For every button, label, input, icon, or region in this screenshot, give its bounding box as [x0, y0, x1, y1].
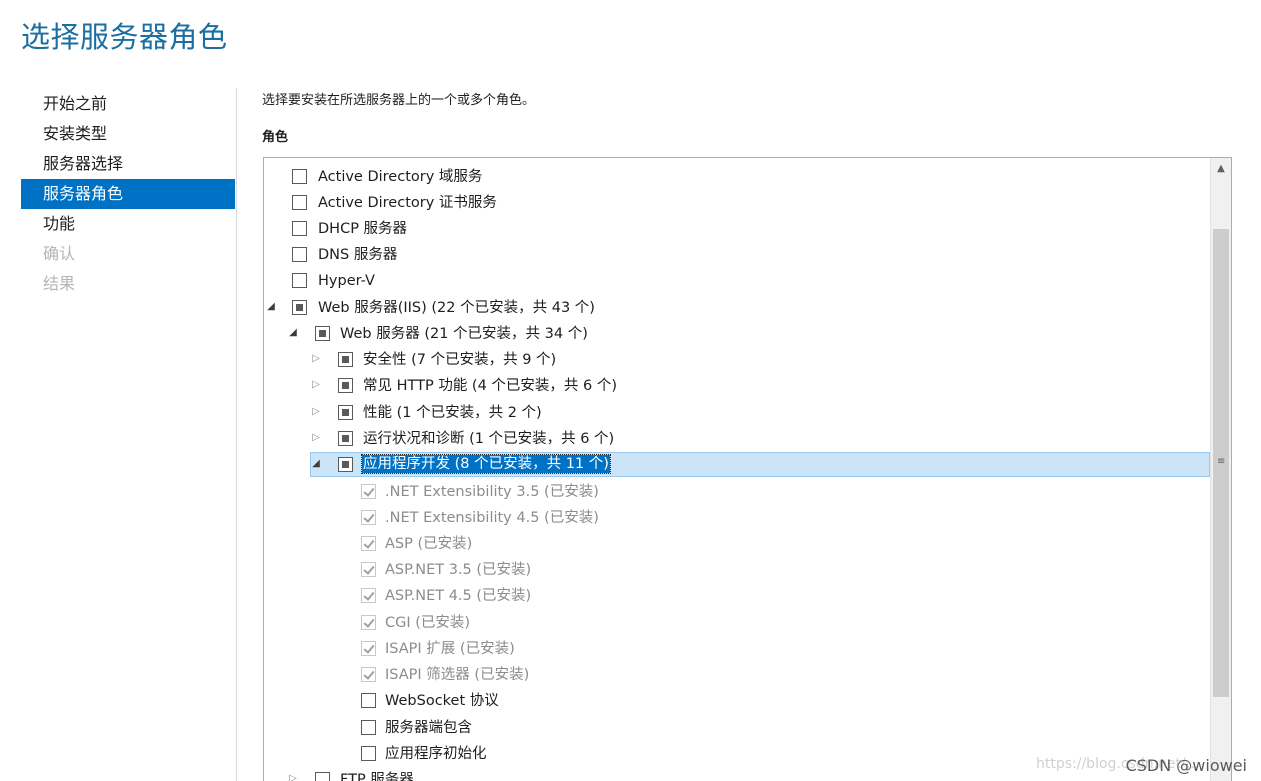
role-label: ASP.NET 3.5 (已安装) — [385, 562, 532, 578]
role-checkbox-installed — [361, 641, 376, 656]
role-checkbox-installed — [361, 588, 376, 603]
expand-arrow-icon[interactable]: ▷ — [311, 433, 321, 443]
nav-item-installation-type[interactable]: 安装类型 — [21, 119, 235, 149]
expand-arrow-icon[interactable]: ▷ — [288, 774, 298, 781]
role-label: DHCP 服务器 — [318, 221, 408, 237]
nav-divider — [236, 88, 237, 781]
role-label: Hyper-V — [318, 273, 375, 289]
collapse-arrow-icon[interactable]: ◢ — [311, 459, 321, 469]
role-row[interactable]: Hyper-V — [264, 268, 1210, 294]
role-checkbox-installed — [361, 615, 376, 630]
role-checkbox[interactable] — [292, 300, 307, 315]
role-label: Web 服务器(IIS) (22 个已安装，共 43 个) — [318, 300, 595, 316]
role-row: ISAPI 扩展 (已安装) — [264, 636, 1210, 662]
role-label: FTP 服务器 — [340, 772, 414, 781]
expand-arrow-icon[interactable]: ▷ — [311, 354, 321, 364]
role-row: CGI (已安装) — [264, 610, 1210, 636]
role-label: Web 服务器 (21 个已安装，共 34 个) — [340, 326, 588, 342]
role-row-selected[interactable]: ◢ 应用程序开发 (8 个已安装，共 11 个) — [264, 452, 1210, 478]
roles-heading: 角色 — [262, 130, 289, 145]
role-label: 常见 HTTP 功能 (4 个已安装，共 6 个) — [363, 378, 618, 394]
role-label: CGI (已安装) — [385, 615, 471, 631]
role-row[interactable]: DNS 服务器 — [264, 242, 1210, 268]
role-checkbox[interactable] — [292, 247, 307, 262]
role-row[interactable]: Active Directory 证书服务 — [264, 190, 1210, 216]
role-row[interactable]: 服务器端包含 — [264, 715, 1210, 741]
expand-arrow-icon[interactable]: ▷ — [311, 407, 321, 417]
role-checkbox[interactable] — [315, 326, 330, 341]
role-checkbox-installed — [361, 536, 376, 551]
role-checkbox[interactable] — [361, 693, 376, 708]
role-checkbox-installed — [361, 510, 376, 525]
role-label: 应用程序开发 (8 个已安装，共 11 个) — [361, 454, 611, 474]
role-checkbox[interactable] — [338, 431, 353, 446]
role-row[interactable]: ▷ 安全性 (7 个已安装，共 9 个) — [264, 347, 1210, 373]
server-manager-wizard: 选择服务器角色 开始之前 安装类型 服务器选择 服务器角色 功能 确认 结果 选… — [0, 0, 1261, 781]
nav-item-before-you-begin[interactable]: 开始之前 — [21, 89, 235, 119]
role-checkbox-installed — [361, 667, 376, 682]
wizard-nav: 开始之前 安装类型 服务器选择 服务器角色 功能 确认 结果 — [21, 89, 235, 299]
scroll-thumb[interactable]: ≡ — [1213, 229, 1229, 697]
grip-icon: ≡ — [1217, 456, 1226, 467]
role-checkbox[interactable] — [315, 772, 330, 781]
role-row: ASP.NET 3.5 (已安装) — [264, 557, 1210, 583]
role-checkbox[interactable] — [292, 221, 307, 236]
vertical-scrollbar[interactable]: ▲ ≡ — [1210, 158, 1231, 781]
role-checkbox[interactable] — [292, 273, 307, 288]
role-checkbox[interactable] — [338, 378, 353, 393]
nav-item-server-selection[interactable]: 服务器选择 — [21, 149, 235, 179]
nav-item-server-roles[interactable]: 服务器角色 — [21, 179, 235, 209]
role-row: ASP.NET 4.5 (已安装) — [264, 583, 1210, 609]
nav-item-features[interactable]: 功能 — [21, 209, 235, 239]
role-row[interactable]: ▷ 性能 (1 个已安装，共 2 个) — [264, 400, 1210, 426]
role-row: ISAPI 筛选器 (已安装) — [264, 662, 1210, 688]
role-checkbox[interactable] — [361, 746, 376, 761]
role-label: .NET Extensibility 3.5 (已安装) — [385, 484, 599, 500]
role-label: DNS 服务器 — [318, 247, 398, 263]
role-label: ASP (已安装) — [385, 536, 473, 552]
role-checkbox[interactable] — [338, 405, 353, 420]
page-description: 选择要安装在所选服务器上的一个或多个角色。 — [262, 93, 536, 108]
role-row[interactable]: ◢ Web 服务器 (21 个已安装，共 34 个) — [264, 321, 1210, 347]
role-row[interactable]: ▷ 常见 HTTP 功能 (4 个已安装，共 6 个) — [264, 373, 1210, 399]
role-row: .NET Extensibility 4.5 (已安装) — [264, 505, 1210, 531]
role-label: Active Directory 域服务 — [318, 169, 483, 185]
role-row[interactable]: ◢ Web 服务器(IIS) (22 个已安装，共 43 个) — [264, 295, 1210, 321]
role-label: .NET Extensibility 4.5 (已安装) — [385, 510, 599, 526]
role-label: WebSocket 协议 — [385, 693, 499, 709]
role-label: ISAPI 筛选器 (已安装) — [385, 667, 530, 683]
role-label: 服务器端包含 — [385, 720, 472, 736]
scroll-up-arrow-icon[interactable]: ▲ — [1211, 158, 1231, 180]
role-label: 性能 (1 个已安装，共 2 个) — [363, 405, 542, 421]
role-checkbox[interactable] — [361, 720, 376, 735]
role-row[interactable]: DHCP 服务器 — [264, 216, 1210, 242]
collapse-arrow-icon[interactable]: ◢ — [288, 328, 298, 338]
role-checkbox[interactable] — [292, 195, 307, 210]
role-label: ISAPI 扩展 (已安装) — [385, 641, 515, 657]
role-label: Active Directory 证书服务 — [318, 195, 497, 211]
role-row: .NET Extensibility 3.5 (已安装) — [264, 479, 1210, 505]
nav-item-results: 结果 — [43, 274, 76, 293]
role-checkbox[interactable] — [338, 352, 353, 367]
role-label: 安全性 (7 个已安装，共 9 个) — [363, 352, 557, 368]
role-checkbox[interactable] — [338, 457, 353, 472]
expand-arrow-icon[interactable]: ▷ — [311, 380, 321, 390]
collapse-arrow-icon[interactable]: ◢ — [266, 302, 276, 312]
role-checkbox[interactable] — [292, 169, 307, 184]
role-row[interactable]: ▷ 运行状况和诊断 (1 个已安装，共 6 个) — [264, 426, 1210, 452]
page-title: 选择服务器角色 — [21, 20, 228, 54]
role-row[interactable]: Active Directory 域服务 — [264, 164, 1210, 190]
role-row[interactable]: WebSocket 协议 — [264, 688, 1210, 714]
role-label: 应用程序初始化 — [385, 746, 487, 762]
role-label: 运行状况和诊断 (1 个已安装，共 6 个) — [363, 431, 615, 447]
nav-item-confirmation: 确认 — [43, 244, 76, 263]
roles-tree[interactable]: Active Directory 域服务 Active Directory 证书… — [263, 157, 1232, 781]
role-label: ASP.NET 4.5 (已安装) — [385, 588, 532, 604]
role-row: ASP (已安装) — [264, 531, 1210, 557]
role-checkbox-installed — [361, 484, 376, 499]
watermark: CSDN @wiowei — [1125, 756, 1247, 775]
role-checkbox-installed — [361, 562, 376, 577]
